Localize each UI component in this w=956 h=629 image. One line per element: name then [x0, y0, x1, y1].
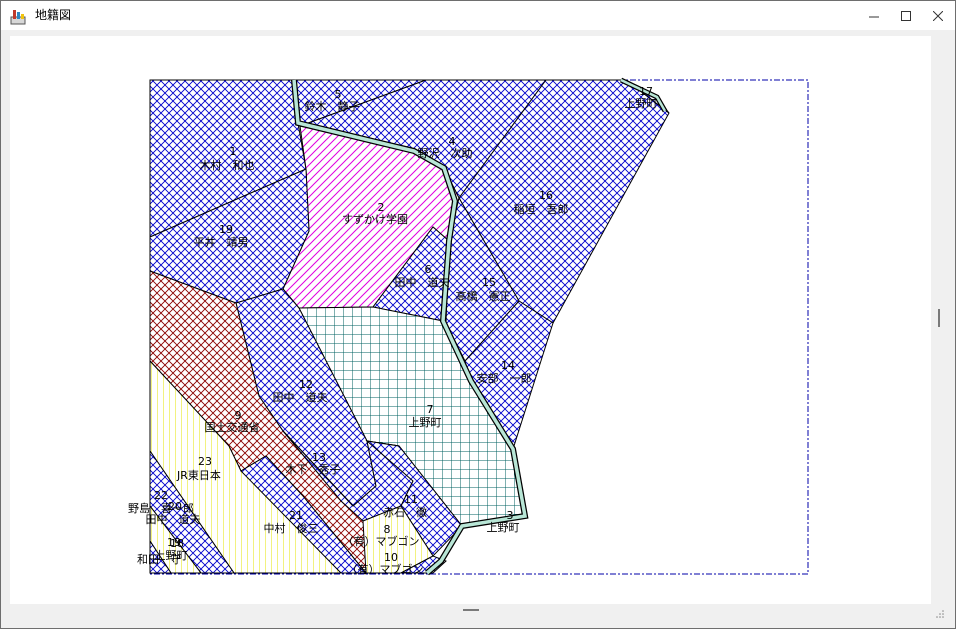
- parcel-no-15: 15: [482, 276, 496, 289]
- resize-grip-icon[interactable]: [935, 609, 945, 619]
- parcel-owner-4: 野沢 次助: [418, 146, 473, 160]
- app-window: 地籍図 1 木村 和也 2 すずかけ学園 3 上野町 4 野沢 次助 5 鈴木 …: [0, 0, 956, 629]
- parcel-owner-16: 稲垣 吾郎: [514, 202, 569, 216]
- close-icon: [933, 10, 943, 21]
- parcel-no-14: 14: [501, 359, 515, 372]
- splitter-grip-icon: [938, 309, 940, 327]
- parcel-no-6: 6: [425, 263, 432, 276]
- parcel-no-11: 11: [404, 493, 418, 506]
- parcel-no-23: 23: [198, 455, 212, 468]
- parcel-owner-12: 田中 道夫: [273, 390, 328, 404]
- maximize-button[interactable]: [889, 1, 923, 30]
- parcel-owner-3: 上野町: [487, 521, 520, 534]
- parcel-no-24: 19: [167, 536, 181, 549]
- minimize-icon: [869, 16, 879, 17]
- parcel-owner-19: 平井 靖男: [194, 235, 249, 249]
- parcel-no-12: 12: [299, 378, 313, 391]
- parcel-no-1: 1: [230, 145, 237, 158]
- parcel-owner-14: 安部 一郎: [477, 371, 532, 385]
- parcel-owner-17: 上野町: [625, 97, 658, 110]
- parcel-owner-9: 国土交通省: [205, 420, 260, 434]
- parcel-owner-6: 田中 道夫: [395, 275, 450, 289]
- parcel-owner-10: （有）マブゴン: [347, 562, 424, 576]
- parcel-owner-11: 赤石 徹: [383, 505, 427, 519]
- vertical-splitter[interactable]: [932, 36, 948, 604]
- parcel-owner-13: 木下 秀子: [286, 463, 341, 476]
- parcel-no-16: 16: [539, 189, 553, 202]
- parcel-owner-21: 中村 俊三: [264, 521, 319, 535]
- cadastral-map[interactable]: 1 木村 和也 2 すずかけ学園 3 上野町 4 野沢 次助 5 鈴木 静子 6…: [10, 36, 931, 604]
- horizontal-splitter-grip-icon[interactable]: [463, 609, 479, 611]
- parcel-no-21: 21: [289, 509, 303, 522]
- parcel-owner-1: 木村 和也: [200, 158, 255, 172]
- minimize-button[interactable]: [857, 1, 891, 30]
- close-button[interactable]: [921, 1, 955, 30]
- maximize-icon: [901, 10, 911, 21]
- parcel-owner-7: 上野町: [409, 416, 442, 429]
- parcel-no-7: 7: [427, 403, 434, 416]
- map-app-icon: [10, 10, 26, 25]
- title-bar[interactable]: 地籍図: [1, 1, 955, 30]
- parcel-owner-23: JR東日本: [176, 468, 221, 482]
- parcel-no-22: 22: [154, 489, 168, 502]
- parcel-owner-5: 鈴木 静子: [305, 99, 360, 113]
- parcel-owner-2: すずかけ学園: [342, 212, 408, 226]
- parcel-owner-22: 野島 喜一郎: [128, 501, 194, 515]
- parcel-owner-8: （有）マブゴン: [343, 534, 420, 548]
- parcel-owner-24: 和田 守: [137, 552, 181, 566]
- parcel-owner-15: 高橋 憲正: [456, 289, 511, 303]
- parcel-no-19: 19: [219, 223, 233, 236]
- map-canvas[interactable]: 1 木村 和也 2 すずかけ学園 3 上野町 4 野沢 次助 5 鈴木 静子 6…: [10, 36, 931, 604]
- window-title: 地籍図: [35, 8, 72, 22]
